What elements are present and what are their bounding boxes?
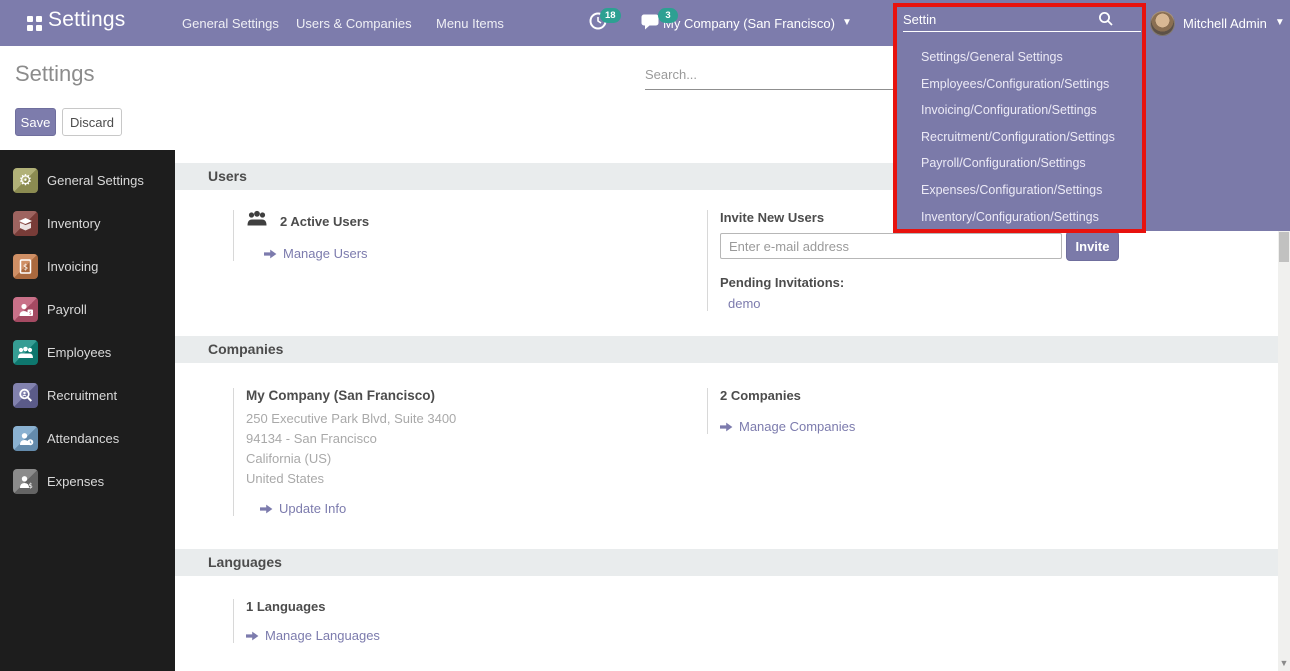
scrollbar-thumb[interactable] bbox=[1279, 232, 1289, 262]
suggestion-inventory-settings[interactable]: Inventory/Configuration/Settings bbox=[895, 204, 1147, 231]
app-title: Settings bbox=[48, 8, 125, 32]
settings-sidebar: ⚙ General Settings Inventory $ Invoicing bbox=[0, 150, 175, 671]
arrow-right-icon bbox=[720, 422, 733, 432]
company-address-line: 250 Executive Park Blvd, Suite 3400 bbox=[246, 409, 707, 429]
users-group-icon bbox=[246, 210, 268, 232]
suggestion-payroll-settings[interactable]: Payroll/Configuration/Settings bbox=[895, 150, 1147, 177]
attendance-person-icon bbox=[13, 426, 38, 451]
sidebar-item-invoicing[interactable]: $ Invoicing bbox=[0, 245, 175, 288]
sidebar-item-inventory[interactable]: Inventory bbox=[0, 202, 175, 245]
suggestion-recruitment-settings[interactable]: Recruitment/Configuration/Settings bbox=[895, 124, 1147, 151]
arrow-right-icon bbox=[246, 631, 259, 641]
sidebar-item-general-settings[interactable]: ⚙ General Settings bbox=[0, 159, 175, 202]
languages-count: 1 Languages bbox=[246, 599, 707, 614]
manage-languages-link[interactable]: Manage Languages bbox=[246, 628, 707, 643]
arrow-right-icon bbox=[260, 504, 273, 514]
update-info-link[interactable]: Update Info bbox=[260, 501, 707, 516]
pending-invitations-label: Pending Invitations: bbox=[720, 275, 1119, 290]
section-header-companies: Companies bbox=[175, 336, 1278, 363]
search-icon bbox=[1098, 11, 1114, 32]
arrow-right-icon bbox=[264, 249, 277, 259]
sidebar-item-payroll[interactable]: $ Payroll bbox=[0, 288, 175, 331]
suggestion-employees-settings[interactable]: Employees/Configuration/Settings bbox=[895, 71, 1147, 98]
nav-item-general-settings[interactable]: General Settings bbox=[182, 0, 279, 46]
manage-companies-link[interactable]: Manage Companies bbox=[720, 419, 855, 434]
inventory-box-icon bbox=[13, 211, 38, 236]
languages-block: 1 Languages Manage Languages bbox=[233, 599, 707, 643]
payroll-person-icon: $ bbox=[13, 297, 38, 322]
active-users-count: 2 Active Users bbox=[280, 214, 369, 229]
vertical-scrollbar[interactable]: ▼ bbox=[1278, 231, 1290, 671]
suggestion-expenses-settings[interactable]: Expenses/Configuration/Settings bbox=[895, 177, 1147, 204]
manage-users-link[interactable]: Manage Users bbox=[264, 246, 707, 261]
languages-section-row: 1 Languages Manage Languages bbox=[233, 599, 1278, 643]
company-address-line: California (US) bbox=[246, 449, 707, 469]
invite-email-input[interactable] bbox=[720, 233, 1062, 259]
chevron-down-icon: ▼ bbox=[1275, 18, 1285, 28]
chevron-down-icon: ▼ bbox=[842, 18, 852, 28]
companies-section-row: My Company (San Francisco) 250 Executive… bbox=[233, 388, 1278, 516]
gear-icon: ⚙ bbox=[13, 168, 38, 193]
svg-text:$: $ bbox=[23, 263, 28, 272]
expense-person-icon: $ bbox=[13, 469, 38, 494]
settings-app-window: Settings General Settings Users & Compan… bbox=[0, 0, 1290, 671]
svg-text:$: $ bbox=[28, 482, 32, 489]
company-switcher-label: My Company (San Francisco) bbox=[663, 16, 835, 31]
user-menu[interactable]: Mitchell Admin ▼ bbox=[1150, 0, 1285, 46]
invoice-document-icon: $ bbox=[13, 254, 38, 279]
companies-count: 2 Companies bbox=[720, 388, 855, 403]
search-suggestions-list: Settings/General Settings Employees/Conf… bbox=[895, 44, 1147, 230]
save-button[interactable]: Save bbox=[15, 108, 56, 136]
nav-item-menu-items[interactable]: Menu Items bbox=[436, 0, 504, 46]
section-header-languages: Languages bbox=[175, 549, 1278, 576]
discard-button[interactable]: Discard bbox=[62, 108, 122, 136]
company-info-block: My Company (San Francisco) 250 Executive… bbox=[233, 388, 707, 516]
sidebar-item-attendances[interactable]: Attendances bbox=[0, 417, 175, 460]
suggestion-settings-general[interactable]: Settings/General Settings bbox=[895, 44, 1147, 71]
sidebar-item-employees[interactable]: Employees bbox=[0, 331, 175, 374]
sidebar-item-expenses[interactable]: $ Expenses bbox=[0, 460, 175, 503]
suggestion-invoicing-settings[interactable]: Invoicing/Configuration/Settings bbox=[895, 97, 1147, 124]
user-avatar bbox=[1150, 11, 1175, 36]
active-users-block: 2 Active Users Manage Users bbox=[233, 210, 707, 261]
invite-button[interactable]: Invite bbox=[1066, 231, 1119, 261]
page-title: Settings bbox=[15, 61, 95, 87]
pending-user-link[interactable]: demo bbox=[728, 296, 1119, 311]
company-address-line: 94134 - San Francisco bbox=[246, 429, 707, 449]
records-search-input[interactable] bbox=[645, 60, 895, 90]
activity-count-badge: 18 bbox=[600, 8, 621, 23]
apps-menu-icon[interactable] bbox=[27, 16, 42, 31]
recruitment-search-icon bbox=[13, 383, 38, 408]
company-name: My Company (San Francisco) bbox=[246, 388, 707, 403]
user-menu-label: Mitchell Admin bbox=[1183, 16, 1267, 31]
message-count-badge: 3 bbox=[658, 8, 678, 23]
company-address-line: United States bbox=[246, 469, 707, 489]
employees-group-icon bbox=[13, 340, 38, 365]
company-switcher[interactable]: My Company (San Francisco) ▼ bbox=[663, 0, 852, 46]
sidebar-item-recruitment[interactable]: Recruitment bbox=[0, 374, 175, 417]
svg-text:$: $ bbox=[28, 310, 31, 316]
manage-companies-block: 2 Companies Manage Companies bbox=[707, 388, 855, 434]
nav-item-users-companies[interactable]: Users & Companies bbox=[296, 0, 412, 46]
scroll-down-arrow-icon[interactable]: ▼ bbox=[1278, 658, 1290, 668]
